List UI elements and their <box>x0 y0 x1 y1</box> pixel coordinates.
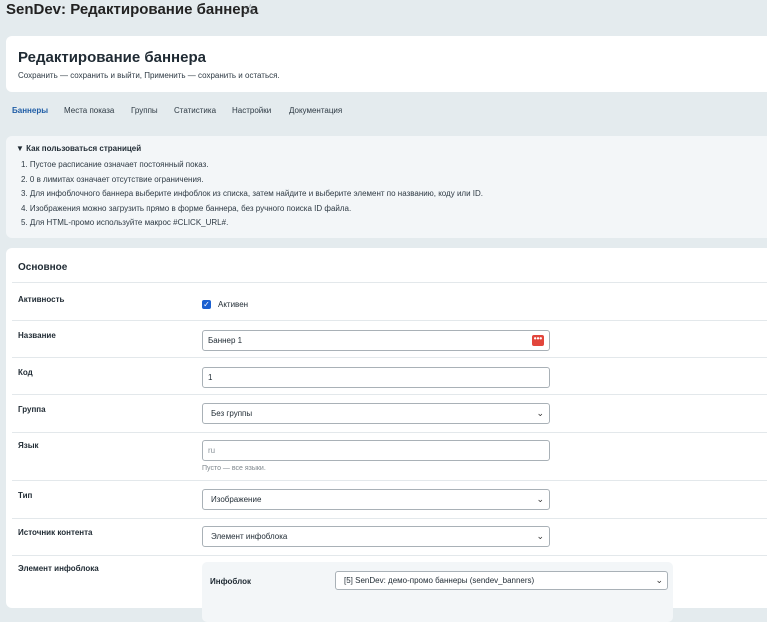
active-checkbox[interactable]: ✓ <box>202 300 211 309</box>
type-value: Изображение <box>211 495 262 504</box>
tab-statistics[interactable]: Статистика <box>174 106 216 115</box>
tab-settings[interactable]: Настройки <box>232 106 271 115</box>
language-hint: Пусто — все языки. <box>202 465 266 472</box>
help-toggle[interactable]: ▼ Как пользоваться страницей <box>16 144 141 153</box>
more-icon[interactable]: ••• <box>532 335 544 346</box>
header-title: Редактирование баннера <box>18 49 206 66</box>
divider <box>12 518 767 519</box>
group-value: Без группы <box>211 409 253 418</box>
language-input[interactable]: ru <box>202 440 550 461</box>
active-checkbox-label[interactable]: Активен <box>218 300 248 309</box>
divider <box>12 480 767 481</box>
chevron-down-icon: ⌄ <box>536 494 544 504</box>
iblock-label: Инфоблок <box>210 577 251 586</box>
help-item: 4. Изображения можно загрузить прямо в ф… <box>21 203 352 213</box>
group-select[interactable]: Без группы ⌄ <box>202 403 550 424</box>
chevron-down-icon: ⌄ <box>655 575 663 585</box>
name-value: Баннер 1 <box>208 336 243 345</box>
code-label: Код <box>18 368 33 377</box>
header-card: Редактирование баннера Сохранить — сохра… <box>6 36 767 92</box>
page-title: SenDev: Редактирование баннера <box>6 1 259 18</box>
chevron-down-icon: ⌄ <box>536 408 544 418</box>
header-subtitle: Сохранить — сохранить и выйти, Применить… <box>18 71 280 80</box>
active-label: Активность <box>18 295 65 304</box>
divider <box>12 432 767 433</box>
section-title: Основное <box>18 262 68 273</box>
help-panel: ▼ Как пользоваться страницей 1. Пустое р… <box>6 136 767 238</box>
name-label: Название <box>18 331 56 340</box>
type-label: Тип <box>18 491 33 500</box>
type-select[interactable]: Изображение ⌄ <box>202 489 550 510</box>
form-card: Основное Активность ✓ Активен Название Б… <box>6 248 767 622</box>
tab-documentation[interactable]: Документация <box>289 106 342 115</box>
divider <box>12 394 767 395</box>
tab-banners[interactable]: Баннеры <box>12 106 48 115</box>
source-label: Источник контента <box>18 528 93 537</box>
language-value: ru <box>208 446 216 455</box>
group-label: Группа <box>18 405 46 414</box>
source-select[interactable]: Элемент инфоблока ⌄ <box>202 526 550 547</box>
code-value: 1 <box>208 373 213 382</box>
help-item: 2. 0 в лимитах означает отсутствие огран… <box>21 174 204 184</box>
element-label: Элемент инфоблока <box>18 564 99 573</box>
iblock-value: [5] SenDev: демо-промо баннеры (sendev_b… <box>344 576 535 585</box>
divider <box>12 282 767 283</box>
help-item: 1. Пустое расписание означает постоянный… <box>21 160 209 169</box>
code-input[interactable]: 1 <box>202 367 550 388</box>
divider <box>12 320 767 321</box>
name-input[interactable]: Баннер 1 ••• <box>202 330 550 351</box>
help-list: 1. Пустое расписание означает постоянный… <box>21 160 483 233</box>
iblock-select[interactable]: [5] SenDev: демо-промо баннеры (sendev_b… <box>335 571 668 590</box>
language-label: Язык <box>18 441 39 450</box>
help-item: 5. Для HTML-промо используйте макрос #CL… <box>21 218 229 227</box>
tab-groups[interactable]: Группы <box>131 106 158 115</box>
help-item: 3. Для инфоблочного баннера выберите инф… <box>21 189 483 198</box>
iblock-panel: Инфоблок [5] SenDev: демо-промо баннеры … <box>202 562 673 622</box>
chevron-down-icon: ⌄ <box>536 531 544 541</box>
star-icon[interactable]: ☆ <box>244 1 257 18</box>
source-value: Элемент инфоблока <box>211 532 288 541</box>
divider <box>12 357 767 358</box>
tab-placements[interactable]: Места показа <box>64 106 114 115</box>
divider <box>12 555 767 556</box>
